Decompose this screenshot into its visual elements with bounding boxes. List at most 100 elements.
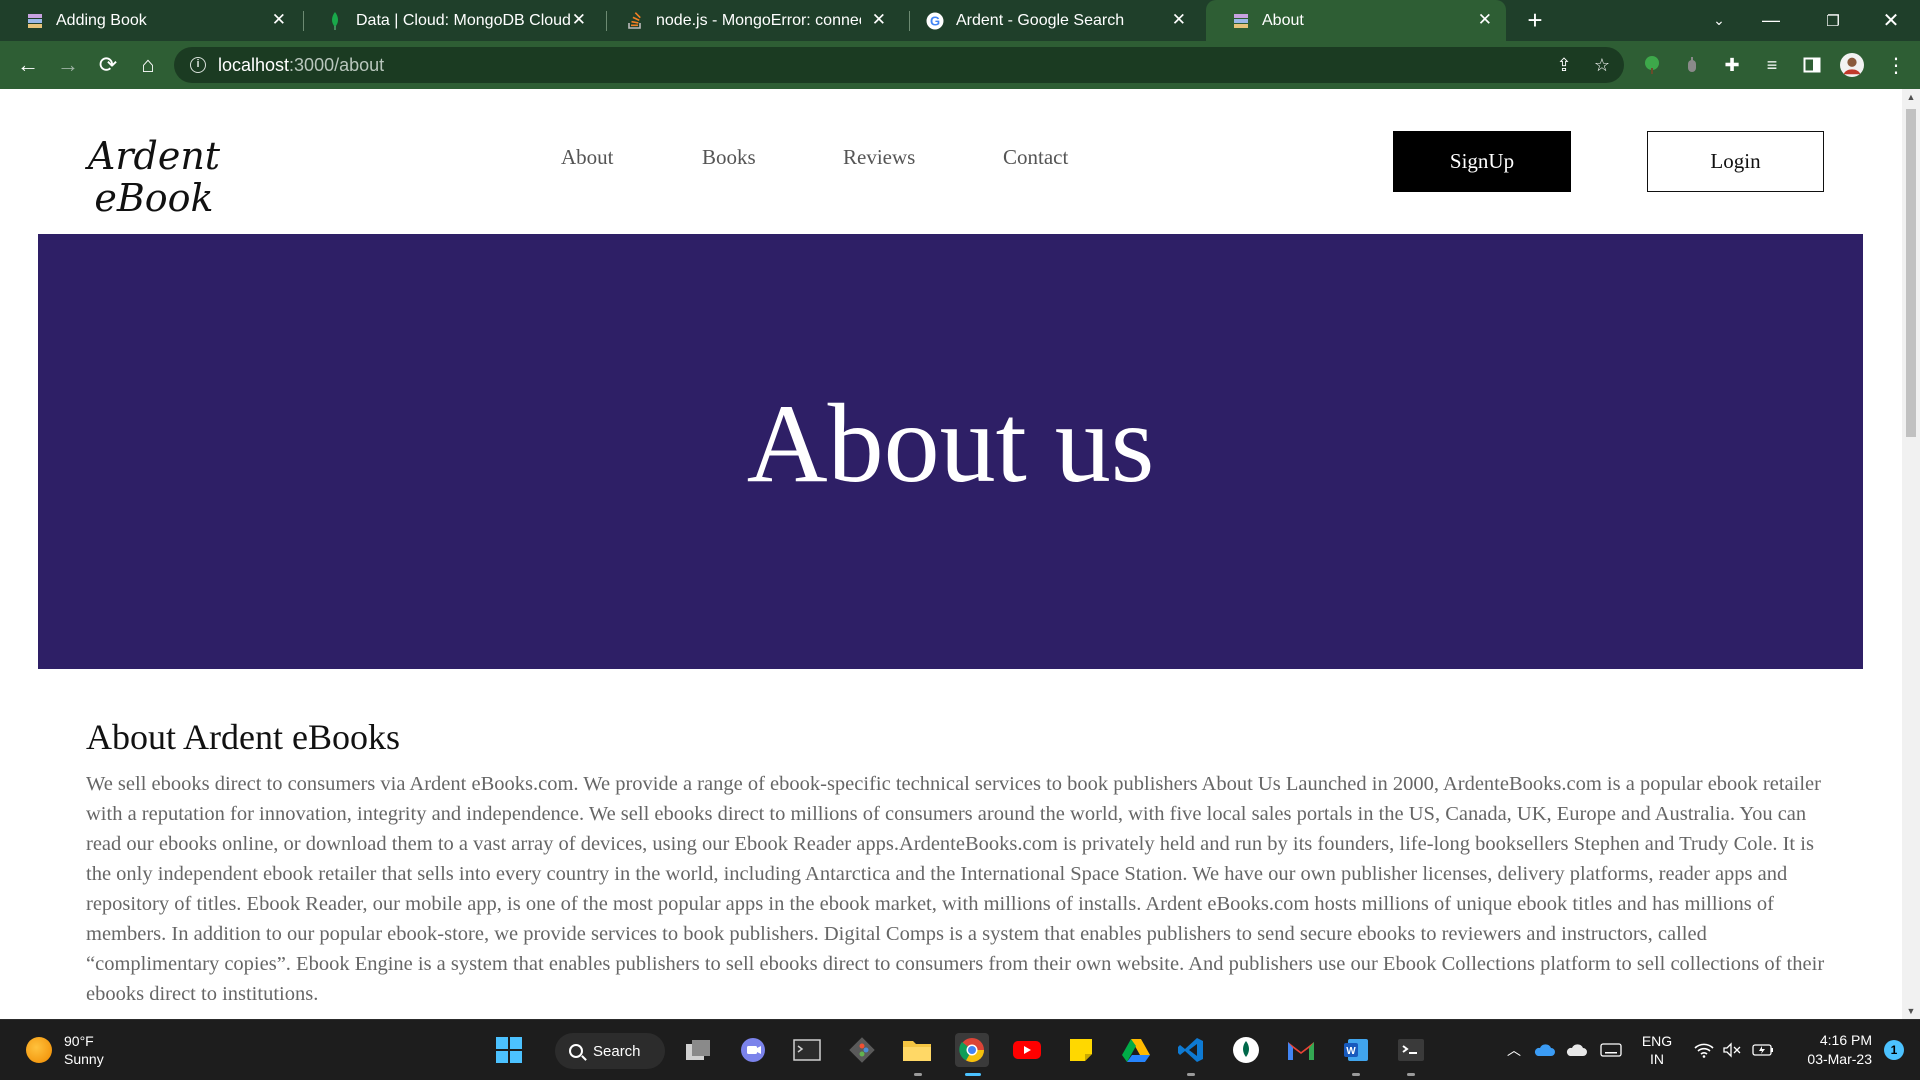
search-label: Search [593,1042,641,1060]
scroll-down-arrow-icon[interactable]: ▼ [1902,1003,1920,1019]
google-icon: G [926,12,944,30]
close-tab-icon[interactable]: ✕ [1478,10,1492,30]
address-bar[interactable]: i localhost:3000/about ⇪ ☆ [174,47,1624,83]
restore-button[interactable]: ❐ [1808,0,1858,41]
side-panel-icon[interactable] [1800,53,1824,77]
windows-taskbar: 90°F Sunny Search W ︿ ENG IN 4:16 PM 03-… [0,1019,1920,1080]
show-hidden-icons-chevron-icon[interactable]: ︿ [1502,1020,1526,1080]
back-button[interactable]: ← [12,49,44,81]
input-language[interactable]: ENG IN [1636,1020,1678,1080]
clock-date: 03-Mar-23 [1807,1051,1872,1067]
tab-search-icon[interactable]: ⌄ [1694,0,1744,41]
books-favicon-icon [26,12,44,30]
forward-button[interactable]: → [52,49,84,81]
terminal-icon[interactable] [790,1033,824,1067]
system-clock[interactable]: 4:16 PM 03-Mar-23 [1786,1020,1872,1080]
signup-button[interactable]: SignUp [1393,131,1571,192]
nav-link-about[interactable]: About [561,145,614,170]
site-info-icon[interactable]: i [190,57,206,73]
tab-title: About [1262,11,1304,29]
about-body: We sell ebooks direct to consumers via A… [86,773,1825,1005]
close-tab-icon[interactable]: ✕ [572,10,586,30]
browser-tab-adding-book[interactable]: Adding Book ✕ [0,0,300,41]
wifi-icon[interactable] [1692,1020,1716,1080]
new-tab-button[interactable]: + [1521,6,1549,34]
close-tab-icon[interactable]: ✕ [1172,10,1186,30]
books-favicon-icon [1232,12,1250,30]
running-indicator [914,1073,922,1076]
extension-icon[interactable] [1680,53,1704,77]
share-icon[interactable]: ⇪ [1552,53,1576,77]
scrollbar-thumb[interactable] [1906,109,1916,437]
url-path: :3000/about [289,55,385,75]
close-window-button[interactable]: ✕ [1866,0,1916,41]
search-icon [569,1044,583,1058]
browser-tab-mongodb[interactable]: Data | Cloud: MongoDB Cloud ✕ [300,0,600,41]
browser-toolbar: ← → ⟳ ⌂ i localhost:3000/about ⇪ ☆ ✚ ≡ ⋮ [0,41,1920,89]
chrome-menu-icon[interactable]: ⋮ [1884,53,1908,77]
youtube-icon[interactable] [1010,1033,1044,1067]
page-scrollbar[interactable]: ▲ ▼ [1902,89,1920,1019]
vscode-icon[interactable] [1174,1033,1208,1067]
file-explorer-icon[interactable] [900,1033,934,1067]
language-code: ENG [1641,1033,1673,1049]
minimize-button[interactable]: — [1746,0,1796,41]
sun-icon [26,1037,52,1063]
logo-line-1: Ardent [87,134,221,178]
browser-tab-about[interactable]: About ✕ [1206,0,1506,41]
running-indicator [1187,1073,1195,1076]
mongodb-leaf-icon [326,11,344,30]
close-tab-icon[interactable]: ✕ [872,10,886,30]
clock-time: 4:16 PM [1819,1032,1872,1048]
home-button[interactable]: ⌂ [132,49,164,81]
task-view-icon[interactable] [681,1033,715,1067]
svg-text:G: G [930,13,940,28]
svg-text:W: W [1346,1046,1356,1057]
sticky-notes-icon[interactable] [1064,1033,1098,1067]
notification-center[interactable]: 1 [1876,1020,1912,1080]
media-playlist-icon[interactable]: ≡ [1760,53,1784,77]
tree-extension-icon[interactable] [1640,53,1664,77]
site-logo[interactable]: Ardent eBook [84,135,224,219]
google-drive-icon[interactable] [1119,1033,1153,1067]
windows-terminal-icon[interactable] [1394,1033,1428,1067]
gmail-icon[interactable] [1284,1033,1318,1067]
scroll-up-arrow-icon[interactable]: ▲ [1902,89,1920,105]
onedrive-personal-cloud-icon[interactable] [1562,1020,1590,1080]
weather-widget[interactable]: 90°F Sunny [26,1032,104,1068]
battery-charging-icon[interactable] [1750,1020,1776,1080]
about-section: About Ardent eBooks We sell ebooks direc… [86,717,1826,1009]
running-indicator [1407,1073,1415,1076]
chrome-icon[interactable] [955,1033,989,1067]
running-indicator [1352,1073,1360,1076]
nav-link-reviews[interactable]: Reviews [843,145,915,170]
puzzle-extensions-icon[interactable]: ✚ [1720,53,1744,77]
git-icon[interactable] [845,1033,879,1067]
hero-title: About us [746,382,1155,506]
onedrive-cloud-icon[interactable] [1530,1020,1558,1080]
nav-link-books[interactable]: Books [702,145,756,170]
teams-chat-icon[interactable] [736,1033,770,1067]
volume-muted-icon[interactable] [1720,1020,1744,1080]
login-button[interactable]: Login [1647,131,1824,192]
windows-start-icon[interactable] [492,1033,526,1067]
url-text[interactable]: localhost:3000/about [218,55,384,76]
close-tab-icon[interactable]: ✕ [272,10,286,30]
active-app-indicator [965,1073,981,1076]
reload-button[interactable]: ⟳ [92,49,124,81]
word-icon[interactable]: W [1339,1033,1373,1067]
browser-tab-stackoverflow[interactable]: node.js - MongoError: connect EC ✕ [600,0,900,41]
keyboard-icon[interactable] [1596,1020,1626,1080]
page-viewport: Ardent eBook About Books Reviews Contact… [0,89,1902,1019]
bookmark-star-icon[interactable]: ☆ [1590,53,1614,77]
nav-link-contact[interactable]: Contact [1003,145,1068,170]
notification-count-badge: 1 [1884,1040,1904,1060]
tab-title: Ardent - Google Search [956,11,1125,29]
url-host: localhost [218,55,290,75]
taskbar-search[interactable]: Search [555,1033,665,1069]
profile-avatar[interactable] [1840,53,1864,77]
tab-title: node.js - MongoError: connect EC [656,11,861,29]
region-code: IN [1650,1051,1664,1067]
mongodb-compass-icon[interactable] [1229,1033,1263,1067]
browser-tab-google-search[interactable]: G Ardent - Google Search ✕ [900,0,1200,41]
